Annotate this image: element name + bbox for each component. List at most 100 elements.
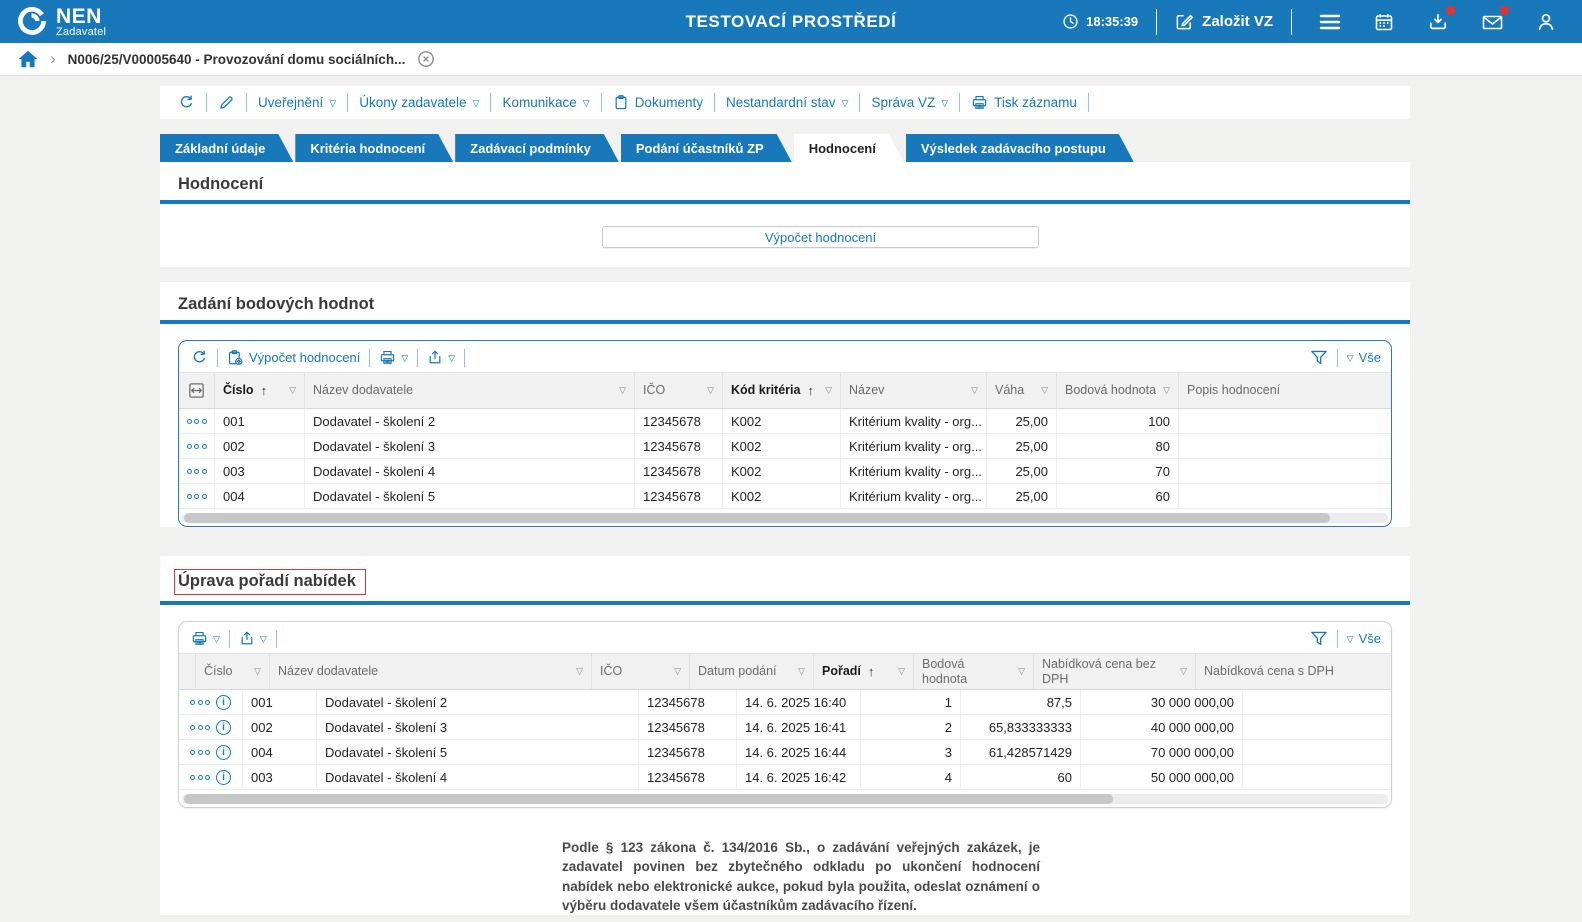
grid-view-all-button[interactable]: ▽ Vše bbox=[1347, 631, 1381, 646]
tab-vysledek-zadavaciho-postupu[interactable]: Výsledek zadávacího postupu bbox=[906, 134, 1134, 162]
column-header-ico[interactable]: IČO▽ bbox=[592, 654, 690, 689]
row-info-icon[interactable]: i bbox=[216, 695, 231, 710]
grid-print-button[interactable]: ▽ bbox=[191, 630, 220, 647]
create-vz-button[interactable]: Založit VZ bbox=[1175, 12, 1273, 31]
export-icon bbox=[427, 349, 443, 366]
column-settings-button[interactable] bbox=[179, 654, 196, 689]
downloads-button[interactable] bbox=[1425, 9, 1451, 35]
column-filter-icon[interactable]: ▽ bbox=[668, 666, 681, 677]
table-row[interactable]: 003Dodavatel - školení 412345678K002Krit… bbox=[179, 459, 1391, 484]
scrollbar-thumb[interactable] bbox=[184, 794, 1113, 804]
row-menu-icon[interactable] bbox=[187, 494, 207, 499]
action-komunikace[interactable]: Komunikace▽ bbox=[500, 95, 591, 110]
cell-nazev-dodavatele: Dodavatel - školení 4 bbox=[305, 459, 635, 483]
tab-label: Zadávací podmínky bbox=[470, 141, 591, 156]
horizontal-scrollbar[interactable] bbox=[182, 513, 1388, 523]
row-menu-icon[interactable] bbox=[190, 750, 210, 755]
column-settings-button[interactable] bbox=[179, 373, 215, 408]
home-icon[interactable] bbox=[18, 50, 38, 68]
column-filter-icon[interactable]: ▽ bbox=[701, 385, 714, 396]
column-filter-icon[interactable]: ▽ bbox=[570, 666, 583, 677]
column-header-vaha[interactable]: Váha▽ bbox=[987, 373, 1057, 408]
grid-refresh-button[interactable] bbox=[191, 349, 208, 366]
scrollbar-thumb[interactable] bbox=[184, 513, 1330, 523]
header-divider bbox=[1156, 9, 1157, 35]
tab-hodnoceni[interactable]: Hodnocení bbox=[794, 134, 904, 162]
action-pencil-button[interactable] bbox=[216, 94, 237, 111]
tab-zakladni-udaje[interactable]: Základní údaje bbox=[160, 134, 293, 162]
column-header-bodova-hodnota[interactable]: Bodová hodnota▽ bbox=[1057, 373, 1179, 408]
column-filter-icon[interactable]: ▽ bbox=[1157, 385, 1170, 396]
action-dokumenty[interactable]: Dokumenty bbox=[611, 94, 705, 111]
column-filter-icon[interactable]: ▽ bbox=[819, 385, 832, 396]
column-header-bodova-hodnota[interactable]: Bodová hodnota▽ bbox=[914, 654, 1034, 689]
column-filter-icon[interactable]: ▽ bbox=[1035, 385, 1048, 396]
row-menu-icon[interactable] bbox=[187, 469, 207, 474]
column-filter-icon[interactable]: ▽ bbox=[892, 666, 905, 677]
vypocet-hodnoceni-button[interactable]: Výpočet hodnocení bbox=[602, 226, 1039, 248]
breadcrumb-item[interactable]: N006/25/V00005640 - Provozování domu soc… bbox=[68, 52, 406, 67]
column-filter-icon[interactable]: ▽ bbox=[613, 385, 626, 396]
column-filter-icon[interactable]: ▽ bbox=[283, 385, 296, 396]
grid-filter-button[interactable] bbox=[1310, 631, 1328, 647]
grid-export-button[interactable]: ▽ bbox=[427, 349, 455, 366]
action-uverejneni[interactable]: Uveřejnění▽ bbox=[256, 95, 338, 110]
grid-view-all-button[interactable]: ▽ Vše bbox=[1347, 350, 1381, 365]
action-sprava-vz[interactable]: Správa VZ▽ bbox=[869, 95, 950, 110]
user-button[interactable] bbox=[1533, 9, 1559, 35]
table-row[interactable]: i001Dodavatel - školení 21234567814. 6. … bbox=[179, 690, 1391, 715]
column-filter-icon[interactable]: ▽ bbox=[792, 666, 805, 677]
column-filter-icon[interactable]: ▽ bbox=[248, 666, 261, 677]
tab-podani-ucastniku-zp[interactable]: Podání účastníků ZP bbox=[621, 134, 792, 162]
column-header-kod-kriteria[interactable]: Kód kritéria↑▽ bbox=[723, 373, 841, 408]
column-header-nazev-dodavatele[interactable]: Název dodavatele▽ bbox=[270, 654, 592, 689]
table-row[interactable]: 004Dodavatel - školení 512345678K002Krit… bbox=[179, 484, 1391, 509]
column-filter-icon[interactable]: ▽ bbox=[965, 385, 978, 396]
action-nestandardni-stav[interactable]: Nestandardní stav▽ bbox=[724, 95, 850, 110]
column-header-nazev[interactable]: Název▽ bbox=[841, 373, 987, 408]
calendar-button[interactable] bbox=[1371, 9, 1397, 35]
grid-filter-button[interactable] bbox=[1310, 350, 1328, 366]
table-row[interactable]: 002Dodavatel - školení 312345678K002Krit… bbox=[179, 434, 1391, 459]
cell-cislo: 002 bbox=[243, 715, 317, 739]
column-header-cislo[interactable]: Číslo▽ bbox=[196, 654, 270, 689]
column-header-popis-hodnoceni[interactable]: Popis hodnocení bbox=[1179, 373, 1391, 408]
column-filter-icon[interactable]: ▽ bbox=[1012, 666, 1025, 677]
tab-kriteria-hodnoceni[interactable]: Kritéria hodnocení bbox=[295, 134, 453, 162]
action-tisk-zaznamu[interactable]: Tisk záznamu bbox=[969, 94, 1079, 111]
row-menu-icon[interactable] bbox=[187, 419, 207, 424]
action-ukony-zadavatele[interactable]: Úkony zadavatele▽ bbox=[357, 95, 481, 110]
row-menu-icon[interactable] bbox=[187, 444, 207, 449]
grid-print-button[interactable]: ▽ bbox=[379, 349, 408, 366]
column-label: Popis hodnocení bbox=[1187, 383, 1280, 397]
table-row[interactable]: i002Dodavatel - školení 31234567814. 6. … bbox=[179, 715, 1391, 740]
table-row[interactable]: i004Dodavatel - školení 51234567814. 6. … bbox=[179, 740, 1391, 765]
mail-button[interactable] bbox=[1479, 9, 1505, 35]
grid-export-button[interactable]: ▽ bbox=[239, 630, 267, 647]
action-refresh-button[interactable] bbox=[176, 94, 197, 111]
row-menu-icon[interactable] bbox=[190, 775, 210, 780]
toolbar-divider bbox=[490, 93, 491, 112]
column-header-cislo[interactable]: Číslo↑▽ bbox=[215, 373, 305, 408]
close-tab-icon[interactable] bbox=[417, 50, 435, 68]
column-header-nabidkova-cena-bez-dph[interactable]: Nabídková cena bez DPH▽ bbox=[1034, 654, 1196, 689]
column-header-ico[interactable]: IČO▽ bbox=[635, 373, 723, 408]
row-menu-icon[interactable] bbox=[190, 700, 210, 705]
menu-button[interactable] bbox=[1317, 9, 1343, 35]
column-filter-icon[interactable]: ▽ bbox=[1174, 666, 1187, 677]
column-header-nabidkova-cena-s-dph[interactable]: Nabídková cena s DPH▽ bbox=[1196, 654, 1392, 689]
row-info-icon[interactable]: i bbox=[216, 770, 231, 785]
grid-calc-button[interactable]: Výpočet hodnocení bbox=[227, 349, 360, 367]
column-header-nazev-dodavatele[interactable]: Název dodavatele▽ bbox=[305, 373, 635, 408]
table-row[interactable]: 001Dodavatel - školení 212345678K002Krit… bbox=[179, 409, 1391, 434]
tab-zadavaci-podminky[interactable]: Zadávací podmínky bbox=[455, 134, 619, 162]
table-row[interactable]: i003Dodavatel - školení 41234567814. 6. … bbox=[179, 765, 1391, 790]
column-header-datum-podani[interactable]: Datum podání▽ bbox=[690, 654, 814, 689]
column-header-poradi[interactable]: Pořadí↑▽ bbox=[814, 654, 914, 689]
row-info-icon[interactable]: i bbox=[216, 745, 231, 760]
nen-logo[interactable]: NEN Zadavatel bbox=[16, 5, 106, 38]
horizontal-scrollbar[interactable] bbox=[182, 794, 1388, 804]
section-title-uprava: Úprava pořadí nabídek bbox=[174, 569, 366, 595]
row-menu-icon[interactable] bbox=[190, 725, 210, 730]
row-info-icon[interactable]: i bbox=[216, 720, 231, 735]
